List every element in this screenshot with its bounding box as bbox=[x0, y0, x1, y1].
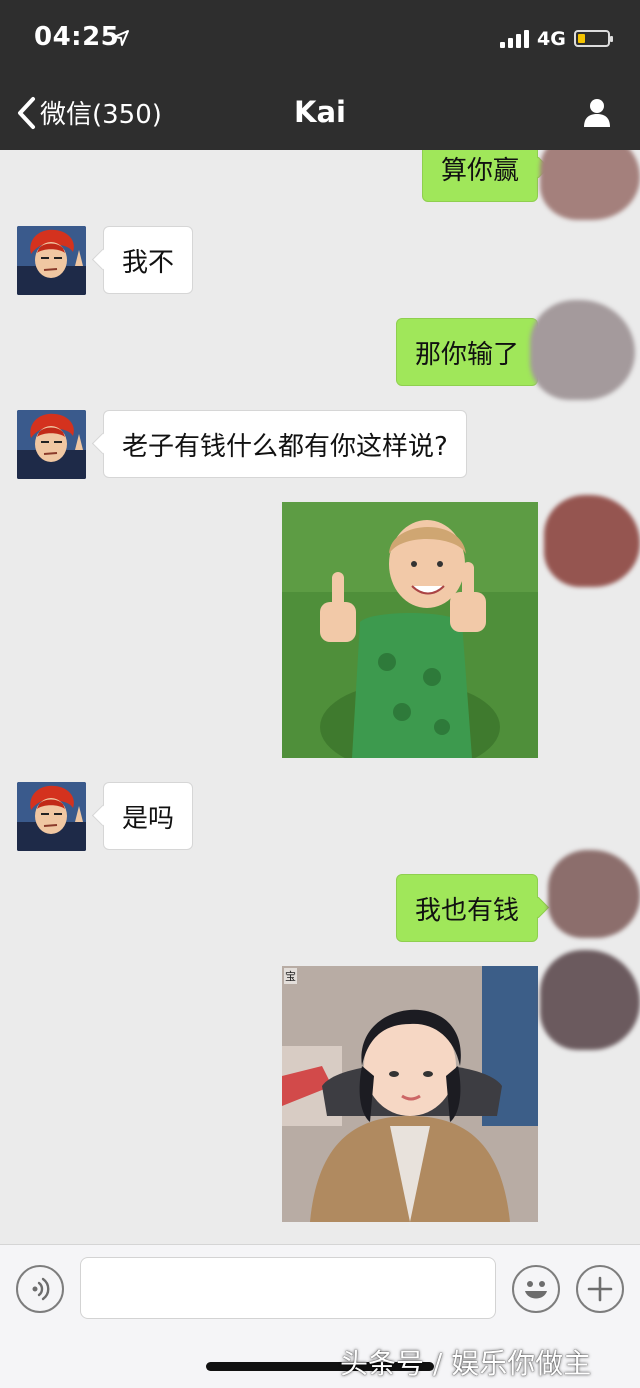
message-input[interactable] bbox=[80, 1257, 496, 1319]
contact-avatar[interactable] bbox=[17, 782, 86, 851]
plus-icon bbox=[587, 1276, 613, 1302]
voice-button[interactable] bbox=[16, 1265, 64, 1313]
anime-avatar-icon bbox=[17, 782, 86, 851]
anime-avatar-icon bbox=[17, 410, 86, 479]
chat-title: Kai bbox=[294, 95, 346, 129]
redacted-avatar bbox=[548, 850, 640, 938]
image-caption: 宝 bbox=[284, 968, 297, 984]
redacted-avatar bbox=[540, 950, 640, 1050]
more-button[interactable] bbox=[576, 1265, 624, 1313]
chat-area[interactable]: 算你赢 我不 那你输了 老子有钱什么都有你这样说? 是吗 我也有钱 宝 bbox=[0, 150, 640, 1244]
back-label: 微信(350) bbox=[40, 100, 162, 130]
message-text: 算你赢 bbox=[440, 155, 519, 186]
network-label: 4G bbox=[537, 28, 566, 50]
message-incoming[interactable]: 老子有钱什么都有你这样说? bbox=[103, 410, 467, 478]
message-outgoing[interactable]: 那你输了 bbox=[395, 318, 538, 386]
anime-avatar-icon bbox=[17, 226, 86, 295]
emoji-button[interactable] bbox=[512, 1265, 560, 1313]
location-arrow-icon bbox=[113, 30, 129, 46]
photo-thumbs-up-boy bbox=[282, 502, 538, 758]
chevron-left-icon bbox=[18, 96, 35, 129]
redacted-avatar bbox=[544, 495, 640, 587]
watermark: 头条号 / 娱乐你做主 bbox=[340, 1347, 592, 1380]
redacted-avatar bbox=[540, 150, 640, 220]
back-button[interactable]: 微信(350) bbox=[16, 94, 162, 131]
status-time: 04:25 bbox=[34, 22, 120, 52]
message-outgoing[interactable]: 算你赢 bbox=[421, 150, 538, 202]
person-icon[interactable] bbox=[582, 96, 612, 128]
message-image[interactable] bbox=[282, 502, 538, 758]
message-text: 我不 bbox=[122, 247, 175, 278]
message-text: 老子有钱什么都有你这样说? bbox=[122, 431, 448, 462]
message-text: 是吗 bbox=[122, 803, 175, 834]
header: 04:25 4G 微信(350) Kai bbox=[0, 0, 640, 150]
redacted-avatar bbox=[530, 300, 635, 400]
contact-avatar[interactable] bbox=[17, 226, 86, 295]
message-image[interactable] bbox=[282, 966, 538, 1222]
contact-avatar[interactable] bbox=[17, 410, 86, 479]
message-incoming[interactable]: 我不 bbox=[103, 226, 194, 294]
input-bar: 头条号 / 娱乐你做主 bbox=[0, 1244, 640, 1388]
battery-icon bbox=[574, 30, 613, 47]
message-outgoing[interactable]: 我也有钱 bbox=[395, 874, 538, 942]
emoji-icon bbox=[525, 1281, 547, 1299]
message-incoming[interactable]: 是吗 bbox=[103, 782, 194, 850]
signal-icon bbox=[500, 30, 529, 48]
message-text: 那你输了 bbox=[414, 339, 519, 370]
message-text: 我也有钱 bbox=[414, 895, 519, 926]
photo-girl-trench-coat bbox=[282, 966, 538, 1222]
voice-icon bbox=[32, 1277, 50, 1301]
